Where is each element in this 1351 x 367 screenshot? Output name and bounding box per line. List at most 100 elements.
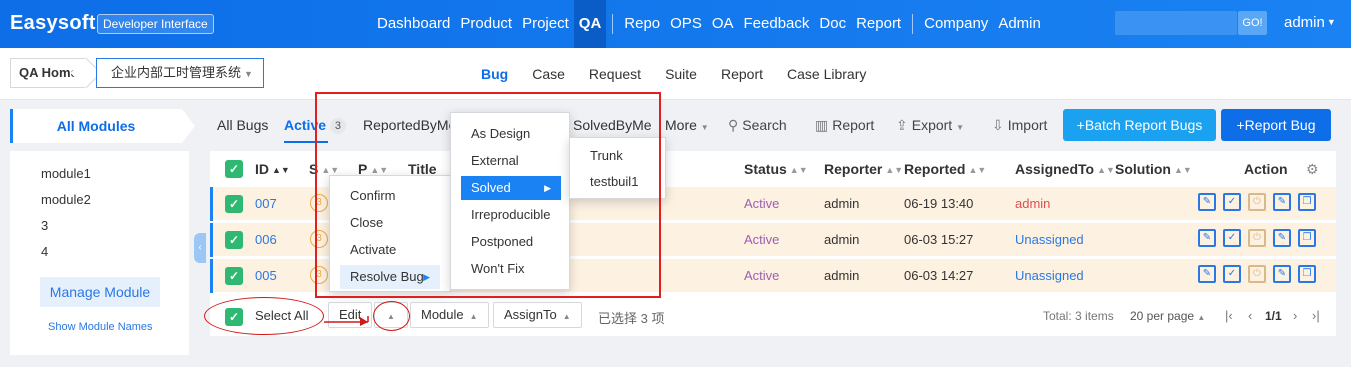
edit-icon[interactable]: ✎ xyxy=(1273,229,1291,247)
prev-page-icon[interactable]: ‹ xyxy=(1248,308,1252,323)
search-button[interactable]: ⚲ Search xyxy=(728,117,787,134)
column-header-status[interactable]: Status ▲▼ xyxy=(744,161,808,177)
collapse-sidebar-icon[interactable]: ‹ xyxy=(194,233,206,263)
tab-case[interactable]: Case xyxy=(532,66,565,82)
product-name: 企业内部工时管理系统 xyxy=(111,65,242,80)
annotation-arrow xyxy=(324,316,369,326)
select-all-header-checkbox[interactable]: ✓ xyxy=(225,160,243,178)
filter-all-bugs[interactable]: All Bugs xyxy=(217,117,268,133)
total-items-text: Total: 3 items xyxy=(1043,309,1114,323)
chevron-up-icon: ▲ xyxy=(469,312,478,321)
nav-project[interactable]: Project xyxy=(517,0,574,48)
column-header-solution[interactable]: Solution ▲▼ xyxy=(1115,161,1192,177)
tab-request[interactable]: Request xyxy=(589,66,641,82)
module-item[interactable]: 3 xyxy=(41,218,48,233)
go-button[interactable]: GO! xyxy=(1238,11,1267,35)
column-header-reported[interactable]: Reported ▲▼ xyxy=(904,161,986,177)
column-header-id[interactable]: ID ▲▼ xyxy=(255,161,290,177)
resolve-icon[interactable]: ✓ xyxy=(1223,265,1241,283)
confirm-icon[interactable]: ✎ xyxy=(1198,265,1216,283)
assigned-to-link[interactable]: admin xyxy=(1015,196,1050,211)
resolve-icon[interactable]: ✓ xyxy=(1223,193,1241,211)
nav-divider xyxy=(612,14,614,34)
chevron-down-icon: ▼ xyxy=(700,123,709,132)
filter-more[interactable]: More ▼ xyxy=(665,117,709,133)
all-modules-header[interactable]: All Modules xyxy=(10,109,195,143)
close-icon[interactable]: ⏻ xyxy=(1248,193,1266,211)
last-page-icon[interactable]: ›| xyxy=(1312,308,1320,323)
tab-case-library[interactable]: Case Library xyxy=(787,66,866,82)
per-page-selector[interactable]: 20 per page ▲ xyxy=(1130,309,1205,323)
nav-dashboard[interactable]: Dashboard xyxy=(372,0,455,48)
confirm-icon[interactable]: ✎ xyxy=(1198,193,1216,211)
nav-repo[interactable]: Repo xyxy=(619,0,665,48)
close-icon[interactable]: ⏻ xyxy=(1248,265,1266,283)
row-checkbox[interactable]: ✓ xyxy=(225,267,243,285)
module-item[interactable]: 4 xyxy=(41,244,48,259)
bug-id-link[interactable]: 005 xyxy=(255,268,277,283)
nav-divider xyxy=(912,14,914,34)
status-cell: Active xyxy=(744,232,780,247)
row-actions: ✎ ✓ ⏻ ✎ ❐ xyxy=(1198,229,1323,247)
plus-icon: + xyxy=(1236,117,1245,133)
batch-assign-to-dropdown[interactable]: AssignTo ▲ xyxy=(493,302,582,328)
bug-id-link[interactable]: 006 xyxy=(255,232,277,247)
brand-logo[interactable]: Easysoft xyxy=(10,12,96,35)
first-page-icon[interactable]: |‹ xyxy=(1225,308,1233,323)
gear-icon[interactable]: ⚙ xyxy=(1306,161,1319,178)
sort-icon: ▲▼ xyxy=(789,165,808,175)
edit-icon[interactable]: ✎ xyxy=(1273,193,1291,211)
reported-header-label: Reported xyxy=(904,161,966,177)
nav-qa[interactable]: QA xyxy=(573,0,607,48)
copy-icon[interactable]: ❐ xyxy=(1298,193,1316,211)
column-header-assigned-to[interactable]: AssignedTo ▲▼ xyxy=(1015,161,1115,177)
copy-icon[interactable]: ❐ xyxy=(1298,229,1316,247)
assigned-to-link[interactable]: Unassigned xyxy=(1015,268,1084,283)
nav-doc[interactable]: Doc xyxy=(814,0,851,48)
confirm-icon[interactable]: ✎ xyxy=(1198,229,1216,247)
breadcrumb-qa-home[interactable]: QA Home xyxy=(10,58,86,88)
chevron-down-icon: ▼ xyxy=(244,69,253,79)
selected-count-text: 已选择 3 项 xyxy=(598,311,665,326)
tab-suite[interactable]: Suite xyxy=(665,66,697,82)
row-actions: ✎ ✓ ⏻ ✎ ❐ xyxy=(1198,265,1323,283)
report-bug-label: Report Bug xyxy=(1244,117,1316,133)
assigned-to-link[interactable]: Unassigned xyxy=(1015,232,1084,247)
copy-icon[interactable]: ❐ xyxy=(1298,265,1316,283)
report-bug-button[interactable]: +Report Bug xyxy=(1221,109,1331,141)
manage-module-button[interactable]: Manage Module xyxy=(40,277,160,307)
user-menu[interactable]: admin ▼ xyxy=(1284,14,1336,31)
nav-product[interactable]: Product xyxy=(455,0,517,48)
export-label: Export xyxy=(911,117,953,133)
nav-ops[interactable]: OPS xyxy=(665,0,707,48)
nav-admin[interactable]: Admin xyxy=(993,0,1046,48)
nav-report[interactable]: Report xyxy=(851,0,906,48)
nav-oa[interactable]: OA xyxy=(707,0,739,48)
tab-report[interactable]: Report xyxy=(721,66,763,82)
resolve-icon[interactable]: ✓ xyxy=(1223,229,1241,247)
show-module-names-link[interactable]: Show Module Names xyxy=(48,321,153,333)
batch-report-bugs-button[interactable]: +Batch Report Bugs xyxy=(1063,109,1216,141)
nav-feedback[interactable]: Feedback xyxy=(739,0,815,48)
column-header-reporter[interactable]: Reporter ▲▼ xyxy=(824,161,903,177)
chevron-up-icon: ▲ xyxy=(562,312,571,321)
next-page-icon[interactable]: › xyxy=(1293,308,1297,323)
batch-module-dropdown[interactable]: Module ▲ xyxy=(410,302,489,328)
row-checkbox[interactable]: ✓ xyxy=(225,231,243,249)
export-button[interactable]: ⇪ Export ▼ xyxy=(896,117,964,134)
module-item[interactable]: module1 xyxy=(41,166,91,181)
sort-icon: ▲▼ xyxy=(272,165,290,175)
report-button[interactable]: ▥ Report xyxy=(815,117,874,134)
row-checkbox[interactable]: ✓ xyxy=(225,195,243,213)
edit-icon[interactable]: ✎ xyxy=(1273,265,1291,283)
tab-bug[interactable]: Bug xyxy=(481,66,508,82)
bug-id-link[interactable]: 007 xyxy=(255,196,277,211)
import-label: Import xyxy=(1007,117,1048,133)
import-button[interactable]: ⇩ Import xyxy=(992,117,1047,134)
module-item[interactable]: module2 xyxy=(41,192,91,207)
close-icon[interactable]: ⏻ xyxy=(1248,229,1266,247)
nav-company[interactable]: Company xyxy=(919,0,993,48)
global-search-input[interactable] xyxy=(1115,11,1237,35)
developer-interface-badge: Developer Interface xyxy=(97,14,214,34)
product-switcher[interactable]: 企业内部工时管理系统 ▼ xyxy=(96,58,264,88)
